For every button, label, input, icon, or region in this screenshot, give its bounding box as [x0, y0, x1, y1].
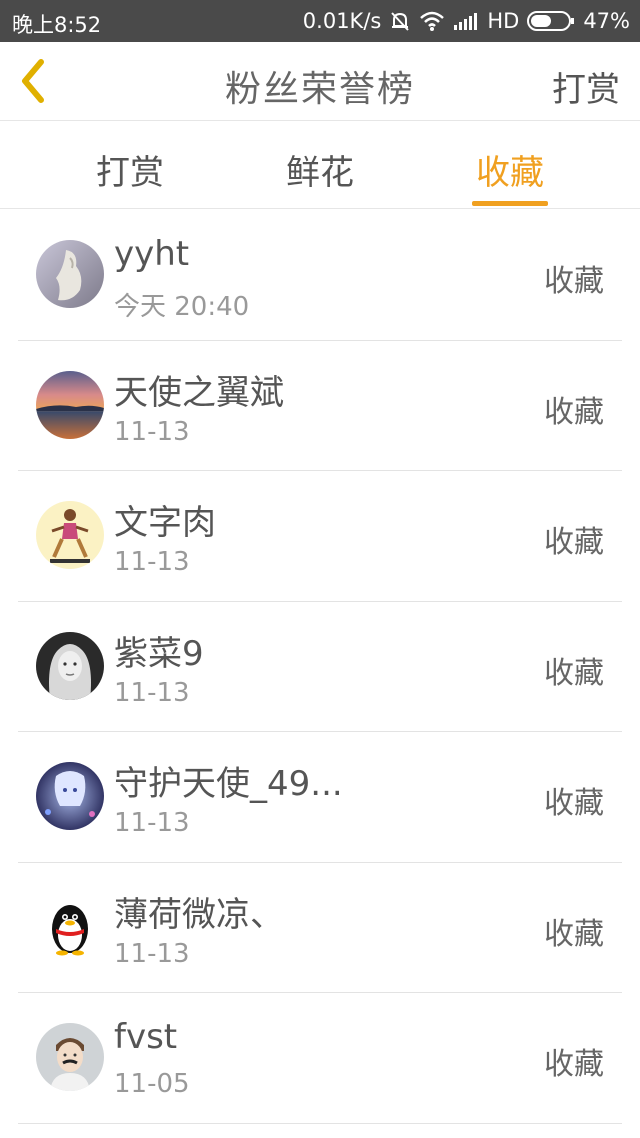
signal-icon	[453, 11, 479, 31]
status-time: 晚上8:52	[12, 13, 102, 37]
list-item[interactable]: fvst 11-05 收藏	[18, 993, 622, 1124]
network-speed: 0.01K/s	[302, 9, 382, 33]
mute-bell-icon	[389, 10, 411, 32]
nav-header: 粉丝荣誉榜 打赏	[0, 42, 640, 121]
action-type: 收藏	[544, 525, 604, 560]
action-type: 收藏	[544, 394, 604, 430]
tab-bar: 打赏 鲜花 收藏	[0, 121, 640, 209]
list-item[interactable]: yyht 今天 20:40 收藏	[18, 210, 622, 341]
fan-name: fvst	[114, 1017, 178, 1057]
action-type: 收藏	[544, 786, 604, 821]
battery-icon	[527, 10, 575, 32]
fan-name: yyht	[114, 234, 190, 274]
anime-avatar	[36, 762, 104, 830]
fan-date: 11-05	[114, 1069, 190, 1099]
network-type: HD	[487, 9, 520, 33]
portrait-avatar	[36, 631, 104, 700]
child-avatar	[36, 1023, 104, 1091]
fan-name: 天使之翼斌	[114, 372, 284, 413]
list-item[interactable]: 文字肉 11-13 收藏	[18, 471, 622, 602]
list-item[interactable]: 守护天使_49... 11-13 收藏	[18, 732, 622, 863]
sculpture-avatar	[36, 240, 104, 308]
fan-list: yyht 今天 20:40 收藏 天使之翼斌 11-13 收藏 文字肉 11-1…	[0, 210, 640, 1124]
cartoon-avatar	[36, 501, 104, 569]
fan-date: 11-13	[114, 808, 190, 838]
tab-flowers[interactable]: 鲜花	[270, 145, 370, 194]
tab-favorites[interactable]: 收藏	[460, 145, 560, 194]
active-tab-indicator	[472, 201, 548, 206]
fan-name: 薄荷微凉、	[114, 894, 284, 935]
status-indicators: 0.01K/s HD 47%	[303, 9, 630, 33]
fan-name: 守护天使_49...	[114, 764, 343, 804]
action-type: 收藏	[544, 264, 604, 299]
fan-date: 今天 20:40	[114, 292, 250, 322]
battery-percent: 47%	[583, 9, 630, 33]
action-type: 收藏	[544, 1047, 604, 1082]
fan-date: 11-13	[114, 677, 190, 708]
list-item[interactable]: 天使之翼斌 11-13 收藏	[18, 341, 622, 471]
wifi-icon	[419, 10, 445, 32]
reward-button[interactable]: 打赏	[552, 62, 620, 111]
fan-date: 11-13	[114, 938, 190, 969]
penguin-avatar	[36, 892, 104, 961]
tab-reward[interactable]: 打赏	[80, 145, 180, 194]
list-item[interactable]: 薄荷微凉、 11-13 收藏	[18, 863, 622, 993]
action-type: 收藏	[544, 916, 604, 952]
page-title: 粉丝荣誉榜	[224, 69, 415, 110]
fan-date: 11-13	[114, 547, 190, 577]
status-bar: 晚上8:52 0.01K/s HD 47%	[0, 0, 640, 42]
fan-date: 11-13	[114, 416, 190, 447]
list-item[interactable]: 紫菜9 11-13 收藏	[18, 602, 622, 732]
sunset-avatar	[36, 370, 104, 439]
fan-name: 文字肉	[114, 503, 216, 543]
action-type: 收藏	[544, 655, 604, 691]
fan-name: 紫菜9	[114, 633, 204, 674]
